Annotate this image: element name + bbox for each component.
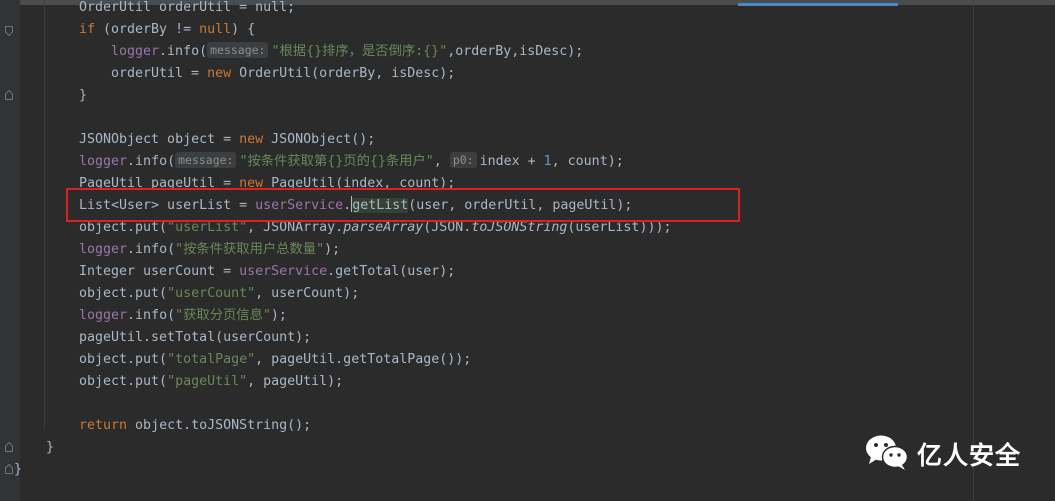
code-line[interactable]: } [14, 459, 22, 481]
code-text: .info( [127, 154, 176, 169]
code-line[interactable]: object.put("userCount", userCount); [79, 283, 359, 305]
code-text: .info( [127, 308, 176, 323]
watermark: 亿人安全 [865, 432, 1021, 476]
keyword: if [79, 22, 96, 37]
code-text: ,orderBy,isDesc); [447, 44, 584, 59]
number-literal: 1 [543, 154, 552, 169]
code-text: index + [479, 154, 544, 169]
code-text: } [79, 88, 88, 103]
code-text: , userCount); [255, 286, 360, 301]
string-literal: "按条件获取第{}页的{}条用户" [239, 154, 434, 169]
editor-gutter [0, 0, 20, 501]
annotation-highlight-box [66, 188, 740, 222]
keyword: return [79, 418, 128, 433]
code-line[interactable]: logger.info("按条件获取用户总数量"); [79, 239, 340, 261]
code-text: Integer userCount = [79, 264, 240, 279]
string-literal: "userList" [167, 220, 248, 235]
code-text: , [433, 154, 450, 169]
code-text: , JSONArray. [247, 220, 344, 235]
code-text: object.put( [79, 374, 168, 389]
code-line[interactable]: return object.toJSONString(); [79, 415, 311, 437]
code-text: .getTotal(user); [327, 264, 456, 279]
string-literal: "pageUtil" [167, 374, 248, 389]
keyword: null [199, 22, 232, 37]
code-line[interactable]: JSONObject object = new JSONObject(); [79, 129, 375, 151]
code-text: (JSON. [423, 220, 472, 235]
keyword: new [207, 66, 232, 81]
code-text: object.put( [79, 220, 168, 235]
string-literal: "按条件获取用户总数量" [175, 242, 325, 257]
code-line[interactable]: orderUtil = new OrderUtil(orderBy, isDes… [111, 63, 455, 85]
field-reference: userService [239, 264, 328, 279]
indent-guide [44, 0, 45, 430]
string-literal: "totalPage" [167, 352, 256, 367]
string-literal: "根据{}排序，是否倒序:{}" [271, 44, 448, 59]
code-text: } [46, 440, 55, 455]
code-text: } [14, 462, 23, 477]
code-editor[interactable]: OrderUtil orderUtil = null; if (orderBy … [0, 0, 1055, 501]
code-line[interactable]: logger.info(message: "按条件获取第{}页的{}条用户", p… [79, 151, 624, 173]
keyword: new [239, 132, 264, 147]
code-line[interactable]: Integer userCount = userService.getTotal… [79, 261, 455, 283]
code-text: .info( [127, 242, 176, 257]
wechat-icon [865, 433, 909, 475]
code-text: ); [270, 308, 287, 323]
code-text: JSONObject object = [79, 132, 240, 147]
fold-toggle-icon[interactable] [5, 464, 13, 474]
code-line[interactable]: } [79, 85, 87, 107]
code-line[interactable]: logger.info("获取分页信息"); [79, 305, 287, 327]
parameter-hint: message: [207, 42, 269, 58]
code-text: ); [324, 242, 341, 257]
code-text: pageUtil.setTotal(userCount); [79, 330, 312, 345]
code-line[interactable]: object.put("totalPage", pageUtil.getTota… [79, 349, 471, 371]
static-method: parseArray [343, 220, 424, 235]
code-line[interactable]: object.put("pageUtil", pageUtil); [79, 371, 343, 393]
string-literal: "userCount" [167, 286, 256, 301]
string-literal: "获取分页信息" [175, 308, 271, 323]
code-text: (userList))); [567, 220, 672, 235]
code-text: object.put( [79, 286, 168, 301]
field-reference: logger [79, 242, 128, 257]
active-tab-indicator [738, 3, 898, 6]
code-line[interactable]: logger.info(message: "根据{}排序，是否倒序:{}",ord… [111, 41, 583, 63]
fold-toggle-icon[interactable] [5, 442, 13, 452]
code-text: object.put( [79, 352, 168, 367]
field-reference: logger [79, 154, 128, 169]
field-reference: logger [79, 308, 128, 323]
code-text: (orderBy != [95, 22, 200, 37]
code-line[interactable]: OrderUtil orderUtil = null; [79, 0, 295, 19]
code-line[interactable]: } [46, 437, 54, 459]
field-reference: logger [111, 44, 160, 59]
code-text: OrderUtil(orderBy, isDesc); [231, 66, 456, 81]
parameter-hint: message: [175, 152, 237, 168]
code-text: , count); [551, 154, 624, 169]
fold-toggle-icon[interactable] [5, 90, 13, 100]
code-text: , pageUtil); [247, 374, 344, 389]
static-method: toJSONString [471, 220, 568, 235]
code-text: .info( [159, 44, 208, 59]
code-text: OrderUtil orderUtil = null; [79, 0, 296, 15]
watermark-text: 亿人安全 [917, 441, 1022, 470]
code-text: , pageUtil.getTotalPage()); [255, 352, 472, 367]
parameter-hint: p0: [449, 152, 477, 168]
code-text: orderUtil = [111, 66, 208, 81]
code-line[interactable]: if (orderBy != null) { [79, 19, 255, 41]
code-text: ) { [231, 22, 256, 37]
code-text: JSONObject(); [263, 132, 376, 147]
code-text: object.toJSONString(); [127, 418, 312, 433]
right-margin-guide [973, 0, 974, 501]
fold-toggle-icon[interactable] [5, 26, 13, 36]
code-line[interactable]: pageUtil.setTotal(userCount); [79, 327, 311, 349]
